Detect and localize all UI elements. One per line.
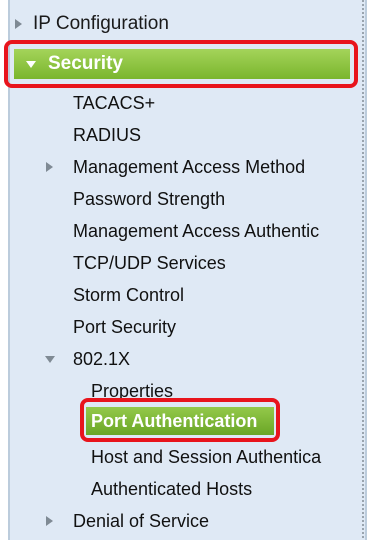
nav-item-label: Management Access Method — [73, 156, 306, 177]
nav-item-denial-of-service[interactable]: Denial of Service — [46, 506, 363, 536]
nav-item-label: Authenticated Hosts — [91, 478, 253, 499]
nav-item-management-access-method[interactable]: Management Access Method — [46, 152, 363, 182]
nav-item-label: 802.1X — [73, 348, 131, 369]
nav-item-storm-control[interactable]: Storm Control — [73, 280, 363, 310]
collapse-arrow-icon[interactable] — [26, 60, 36, 68]
collapse-arrow-icon[interactable] — [45, 356, 55, 363]
nav-item-label: Management Access Authentic — [73, 220, 320, 241]
nav-item-management-access-authentication[interactable]: Management Access Authentic — [73, 216, 363, 246]
expand-arrow-icon[interactable] — [46, 516, 53, 526]
nav-item-port-security[interactable]: Port Security — [73, 312, 363, 342]
nav-item-host-and-session-authentication[interactable]: Host and Session Authentica — [91, 442, 363, 472]
nav-item-label: Denial of Service — [73, 510, 210, 531]
nav-item-authenticated-hosts[interactable]: Authenticated Hosts — [91, 474, 363, 504]
nav-item-label: IP Configuration — [33, 13, 169, 34]
nav-item-tacacs[interactable]: TACACS+ — [73, 88, 363, 118]
nav-item-port-authentication[interactable]: Port Authentication — [86, 407, 274, 435]
nav-item-802-1x[interactable]: 802.1X — [45, 344, 363, 374]
nav-item-tcp-udp-services[interactable]: TCP/UDP Services — [73, 248, 363, 278]
nav-item-security[interactable]: Security — [14, 49, 350, 79]
expand-arrow-icon[interactable] — [15, 19, 22, 29]
nav-item-radius[interactable]: RADIUS — [73, 120, 363, 150]
nav-item-label: Host and Session Authentica — [91, 446, 322, 467]
nav-item-label: Storm Control — [73, 284, 185, 305]
nav-item-label: Port Authentication — [91, 410, 258, 431]
nav-item-label: TCP/UDP Services — [73, 252, 226, 273]
expand-arrow-icon[interactable] — [46, 162, 53, 172]
nav-item-label: RADIUS — [73, 124, 142, 145]
nav-item-label: Password Strength — [73, 188, 226, 209]
nav-item-label: Security — [48, 53, 123, 74]
nav-item-password-strength[interactable]: Password Strength — [73, 184, 363, 214]
nav-item-label: TACACS+ — [73, 92, 156, 113]
nav-item-ip-configuration[interactable]: IP Configuration — [0, 8, 355, 40]
nav-item-label: Port Security — [73, 316, 177, 337]
